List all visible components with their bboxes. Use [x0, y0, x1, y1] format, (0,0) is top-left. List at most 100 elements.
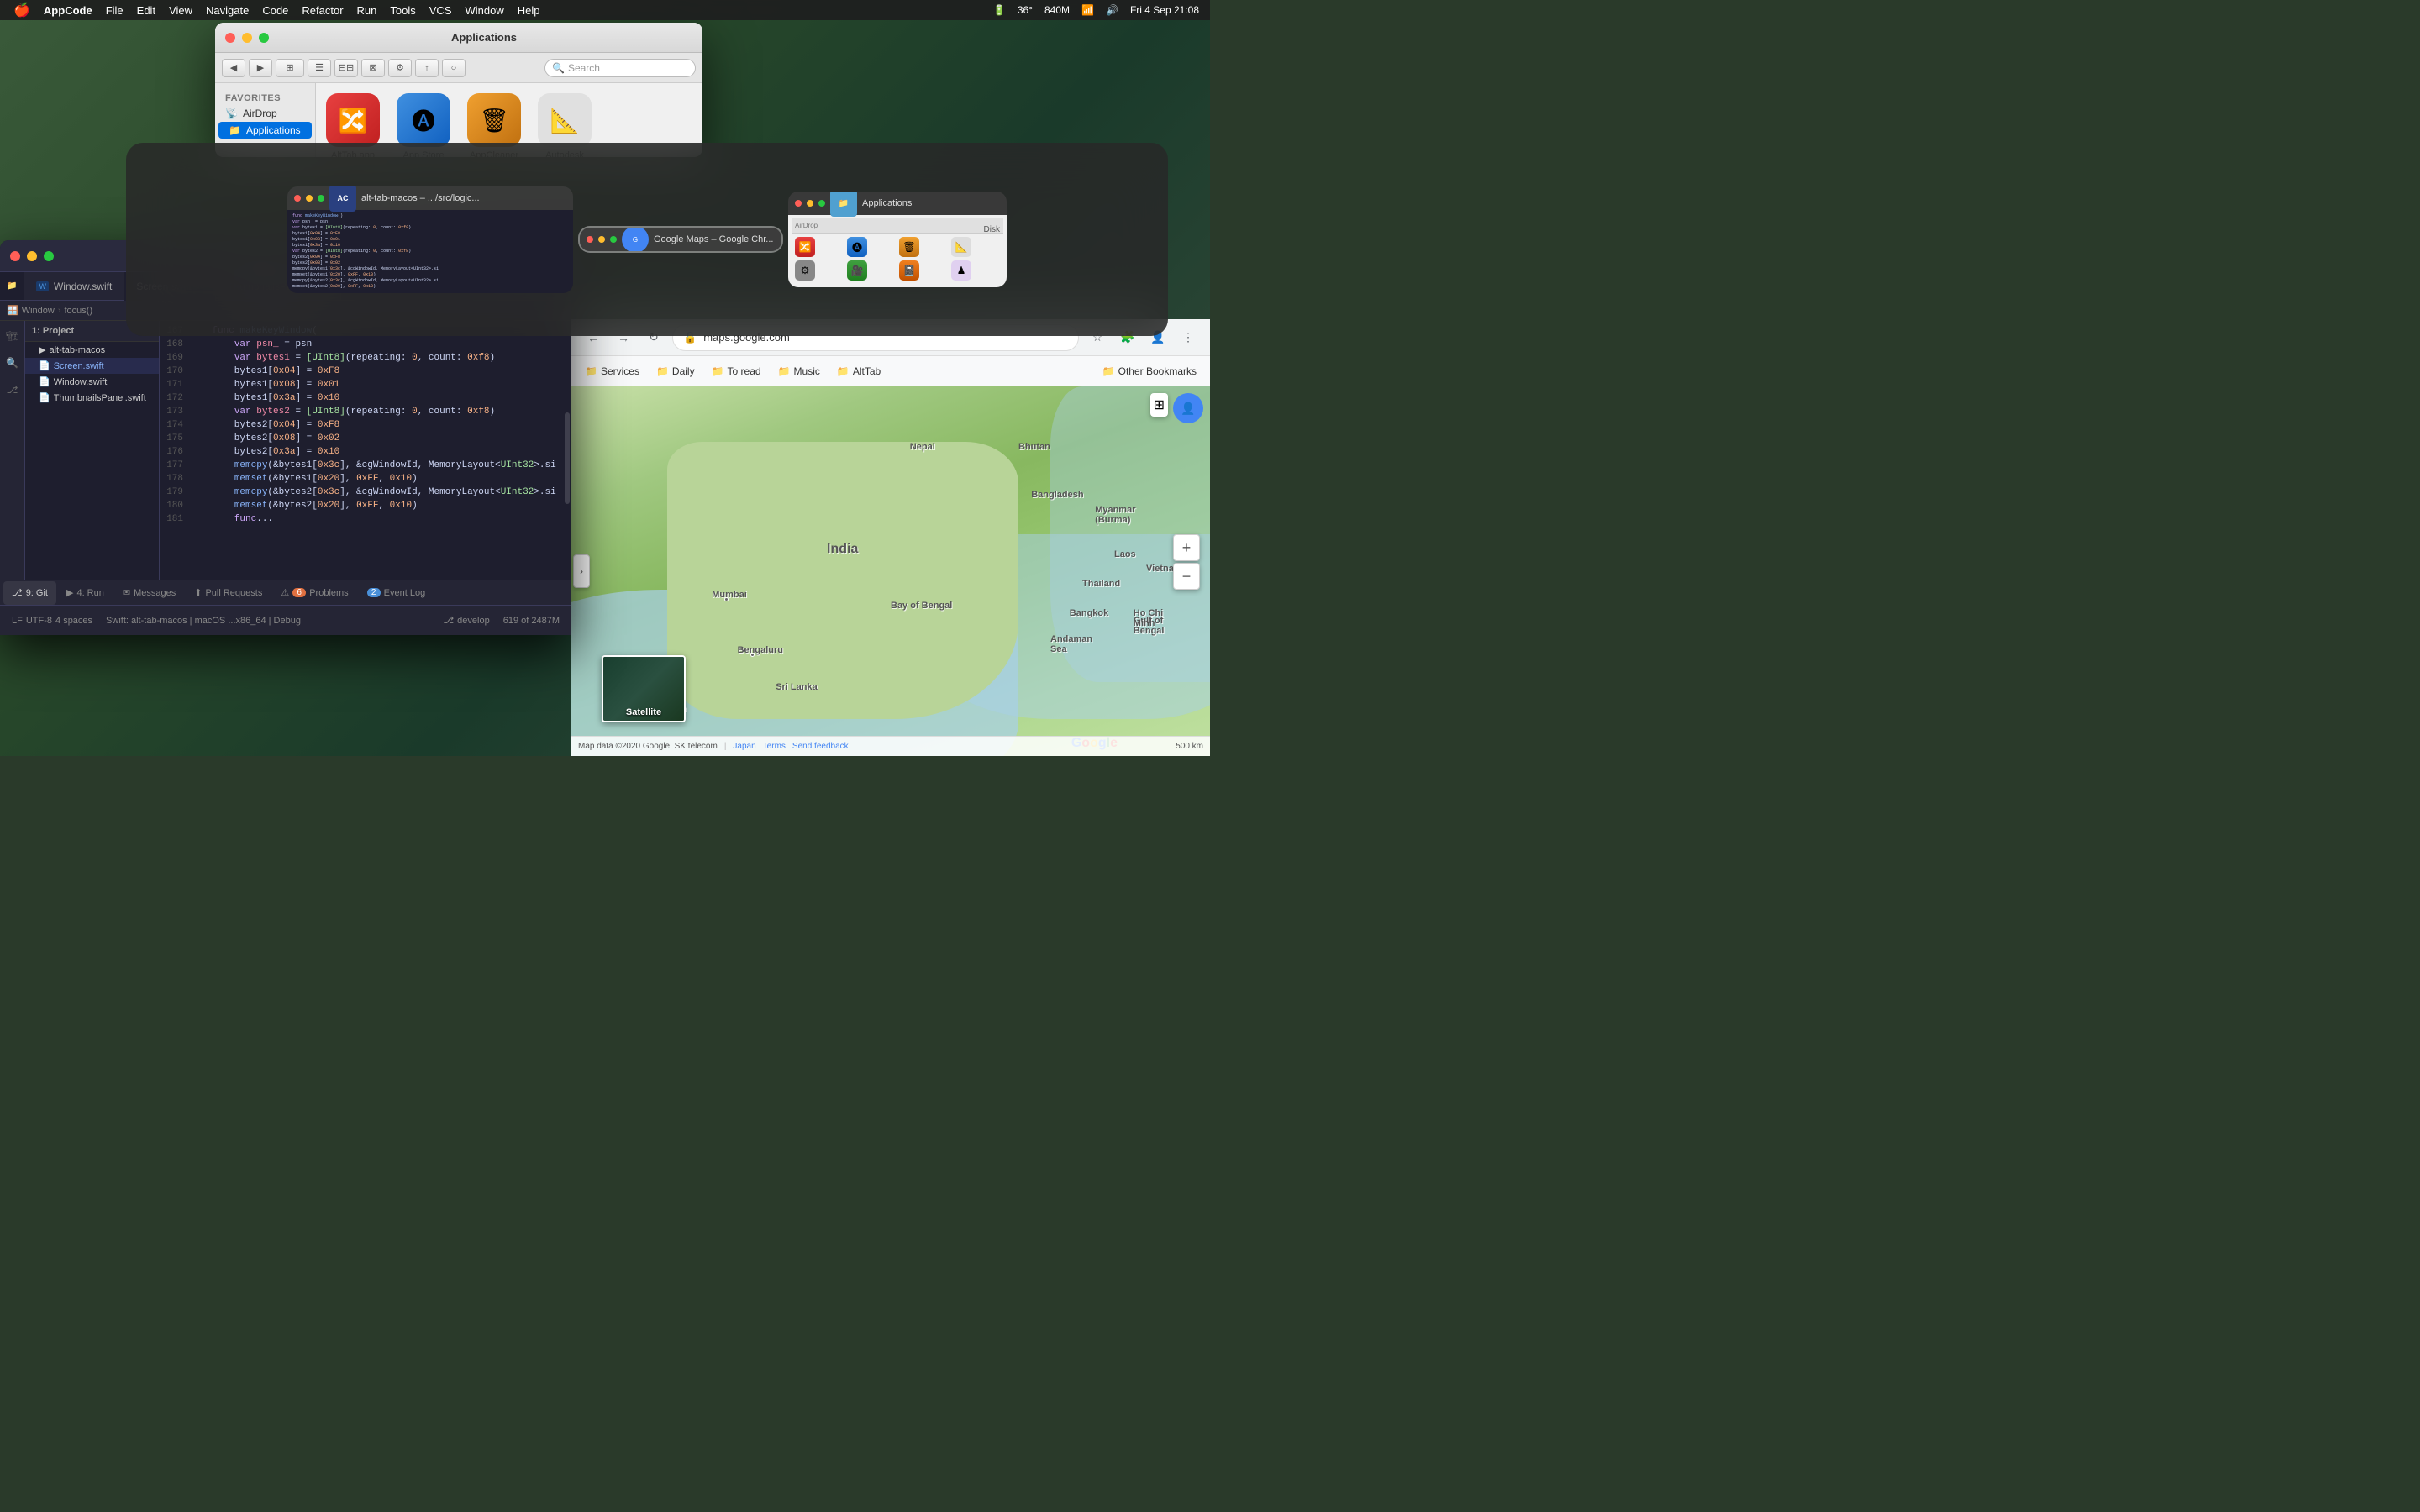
switcher-apps-close[interactable] — [795, 200, 802, 207]
finder-view-gallery[interactable]: ⊠ — [361, 59, 385, 77]
bookmark-music[interactable]: 📁 Music — [771, 362, 827, 381]
breadcrumb-focus: focus() — [65, 306, 93, 316]
statusbar-linecol: LF UTF-8 4 spaces — [7, 611, 97, 631]
file-tree-item-window[interactable]: 📄 Window.swift — [25, 374, 159, 390]
sidebar-icon-search[interactable]: 🔍 — [4, 354, 21, 371]
switcher-appcode-max[interactable] — [318, 195, 324, 202]
menu-tools[interactable]: Tools — [383, 0, 422, 20]
messages-icon: ✉ — [123, 587, 130, 598]
menu-vcs[interactable]: VCS — [423, 0, 459, 20]
finder-share-button[interactable]: ↑ — [415, 59, 439, 77]
code-line-1: func makeKeyWindow() — [292, 213, 568, 219]
bookmark-alttab[interactable]: 📁 AltTab — [830, 362, 887, 381]
menubar-memory: 840M — [1040, 0, 1074, 20]
editor-scrollbar-thumb[interactable] — [565, 412, 570, 504]
maps-grid-button[interactable]: ⊞ — [1150, 393, 1168, 417]
satellite-thumbnail[interactable]: Satellite — [602, 655, 686, 722]
appcode-maximize-button[interactable] — [44, 251, 54, 261]
appcode-close-button[interactable] — [10, 251, 20, 261]
switcher-item-appcode[interactable]: AC alt-tab-macos – .../src/logic... func… — [287, 186, 573, 293]
apple-menu[interactable]: 🍎 — [7, 0, 37, 20]
bookmark-other-icon: 📁 — [1102, 365, 1115, 377]
bottom-tab-pullrequests[interactable]: ⬆ Pull Requests — [186, 581, 271, 605]
finder-close-button[interactable] — [225, 33, 235, 43]
maps-footer-terms[interactable]: Terms — [763, 742, 786, 751]
menu-code[interactable]: Code — [255, 0, 295, 20]
breadcrumb-window: 🪟 — [7, 305, 18, 316]
switcher-apps-max[interactable] — [818, 200, 825, 207]
finder-minimize-button[interactable] — [242, 33, 252, 43]
menu-run[interactable]: Run — [350, 0, 384, 20]
map-main-area[interactable]: Nepal Bhutan Bangladesh Myanmar(Burma) I… — [571, 386, 1210, 756]
switcher-item-applications[interactable]: 📁 Applications AirDrop 🔀 🅐 🗑 📐 ⚙ 🎥 — [788, 192, 1007, 287]
finder-search-bar[interactable]: 🔍 Search — [544, 59, 696, 77]
bookmark-services[interactable]: 📁 Services — [578, 362, 646, 381]
file-tree-item-project[interactable]: ▶ alt-tab-macos — [25, 342, 159, 358]
finder-action-button[interactable]: ⚙ — [388, 59, 412, 77]
switcher-appcode-close[interactable] — [294, 195, 301, 202]
code-line-9: bytes2[0x08] = 0x02 — [292, 260, 568, 266]
switcher-item-googlemaps[interactable]: G Google Maps – Google Chr... — [580, 228, 781, 251]
sidebar-icon-git[interactable]: ⎇ — [4, 381, 21, 398]
finder-maximize-button[interactable] — [259, 33, 269, 43]
appcode-minimize-button[interactable] — [27, 251, 37, 261]
menu-help[interactable]: Help — [511, 0, 547, 20]
tab-window-swift[interactable]: W Window.swift — [24, 272, 124, 301]
finder-forward-button[interactable]: ▶ — [249, 59, 272, 77]
file-tree-item-screen[interactable]: 📄 Screen.swift — [25, 358, 159, 374]
bookmark-folder-icon-3: 📁 — [712, 365, 724, 377]
sidebar-icon-structure[interactable]: 🏗 — [4, 328, 21, 344]
chrome-menu-button[interactable]: ⋮ — [1176, 326, 1200, 349]
bottom-tab-run[interactable]: ▶ 4: Run — [58, 581, 113, 605]
bottom-tab-problems[interactable]: ⚠ 6 Problems — [272, 581, 356, 605]
zoom-out-button[interactable]: − — [1173, 563, 1200, 590]
statusbar-lang-label: Swift: alt-tab-macos | macOS ...x86_64 |… — [106, 616, 301, 626]
maps-expand-button[interactable]: › — [573, 554, 590, 588]
bookmark-daily-label: Daily — [672, 365, 695, 377]
maps-footer-feedback[interactable]: Send feedback — [792, 742, 849, 751]
bottom-tab-eventlog[interactable]: 2 Event Log — [359, 581, 434, 605]
chrome-bookmarks-bar: 📁 Services 📁 Daily 📁 To read 📁 Music 📁 A… — [571, 356, 1210, 386]
switcher-apps-icon: 📁 — [830, 192, 857, 217]
finder-view-icons[interactable]: ⊞ — [276, 59, 304, 77]
app-menu-appcode[interactable]: AppCode — [37, 0, 99, 20]
finder-view-columns[interactable]: ⊟⊟ — [334, 59, 358, 77]
zoom-in-button[interactable]: + — [1173, 534, 1200, 561]
finder-tag-button[interactable]: ○ — [442, 59, 466, 77]
bookmark-toread[interactable]: 📁 To read — [705, 362, 768, 381]
menu-window[interactable]: Window — [459, 0, 511, 20]
bookmark-other[interactable]: 📁 Other Bookmarks — [1096, 362, 1203, 381]
menu-refactor[interactable]: Refactor — [295, 0, 350, 20]
bookmark-daily[interactable]: 📁 Daily — [650, 362, 702, 381]
menubar-volume: 🔊 — [1102, 0, 1123, 20]
menu-edit[interactable]: Edit — [130, 0, 162, 20]
sidebar-item-applications[interactable]: 📁 Applications — [218, 122, 312, 139]
finder-titlebar: Applications — [215, 23, 702, 53]
applications-icon: 📁 — [229, 124, 241, 136]
statusbar-right: ⎇ develop — [438, 611, 494, 631]
sidebar-item-airdrop[interactable]: 📡 AirDrop — [215, 105, 315, 122]
maps-footer-japan[interactable]: Japan — [733, 742, 755, 751]
code-line-3: var bytes1 = [UInt8](repeating: 0, count… — [292, 225, 568, 231]
statusbar-branch[interactable]: ⎇ develop — [438, 611, 494, 631]
maps-profile-avatar[interactable]: 👤 — [1173, 393, 1203, 423]
maps-zoom-controls: + − — [1173, 534, 1200, 590]
switcher-appcode-min[interactable] — [306, 195, 313, 202]
finder-view-list[interactable]: ☰ — [308, 59, 331, 77]
menu-navigate[interactable]: Navigate — [199, 0, 255, 20]
file-tree-item-thumbnails[interactable]: 📄 ThumbnailsPanel.swift — [25, 390, 159, 406]
menu-file[interactable]: File — [99, 0, 130, 20]
maps-footer: Map data ©2020 Google, SK telecom | Japa… — [571, 736, 1210, 756]
bottom-tab-git[interactable]: ⎇ 9: Git — [3, 581, 56, 605]
mini-airdrop-label: AirDrop — [795, 222, 818, 229]
switcher-maps-min[interactable] — [598, 236, 605, 243]
switcher-maps-max[interactable] — [610, 236, 617, 243]
mini-app-2: 🅐 — [847, 237, 867, 257]
bookmark-other-label: Other Bookmarks — [1118, 365, 1197, 377]
switcher-maps-close[interactable] — [587, 236, 593, 243]
bottom-tab-messages[interactable]: ✉ Messages — [114, 581, 184, 605]
finder-back-button[interactable]: ◀ — [222, 59, 245, 77]
switcher-apps-min[interactable] — [807, 200, 813, 207]
appcode-project-tab[interactable]: 📁 — [0, 272, 24, 300]
menu-view[interactable]: View — [162, 0, 199, 20]
